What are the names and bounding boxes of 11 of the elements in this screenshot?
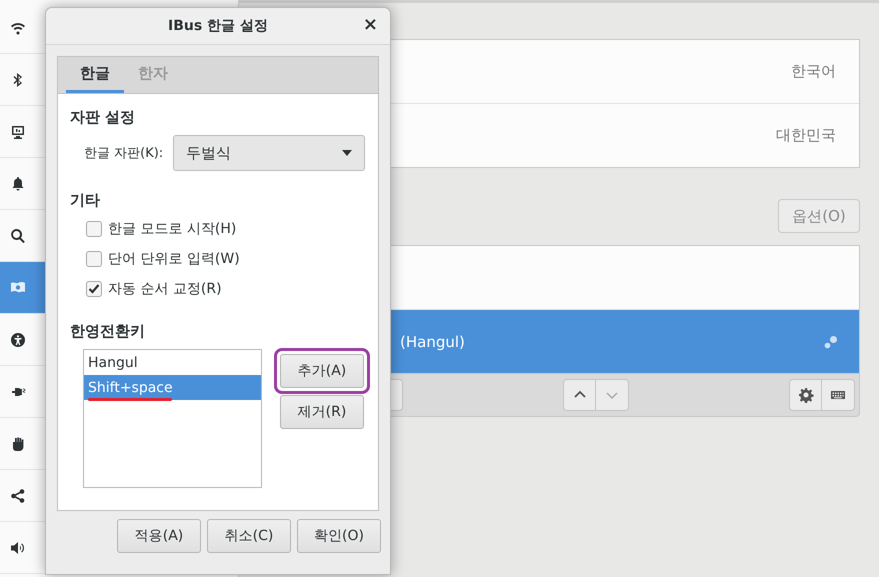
- checkbox-label: 한글 모드로 시작(H): [108, 220, 236, 238]
- checkbox-label: 자동 순서 교정(R): [108, 280, 222, 298]
- field-label: 한글 자판(K):: [84, 145, 164, 162]
- section-heading: 기타: [70, 191, 101, 210]
- dialog-title: IBus 한글 설정: [168, 17, 268, 35]
- checkbox-label: 단어 단위로 입력(W): [108, 250, 240, 268]
- input-source-label: (Hangul): [400, 332, 465, 350]
- section-heading: 한영전환키: [70, 322, 146, 341]
- section-heading: 자판 설정: [70, 108, 136, 127]
- setting-value: 한국어: [791, 62, 836, 81]
- setting-value: 대한민국: [776, 126, 836, 145]
